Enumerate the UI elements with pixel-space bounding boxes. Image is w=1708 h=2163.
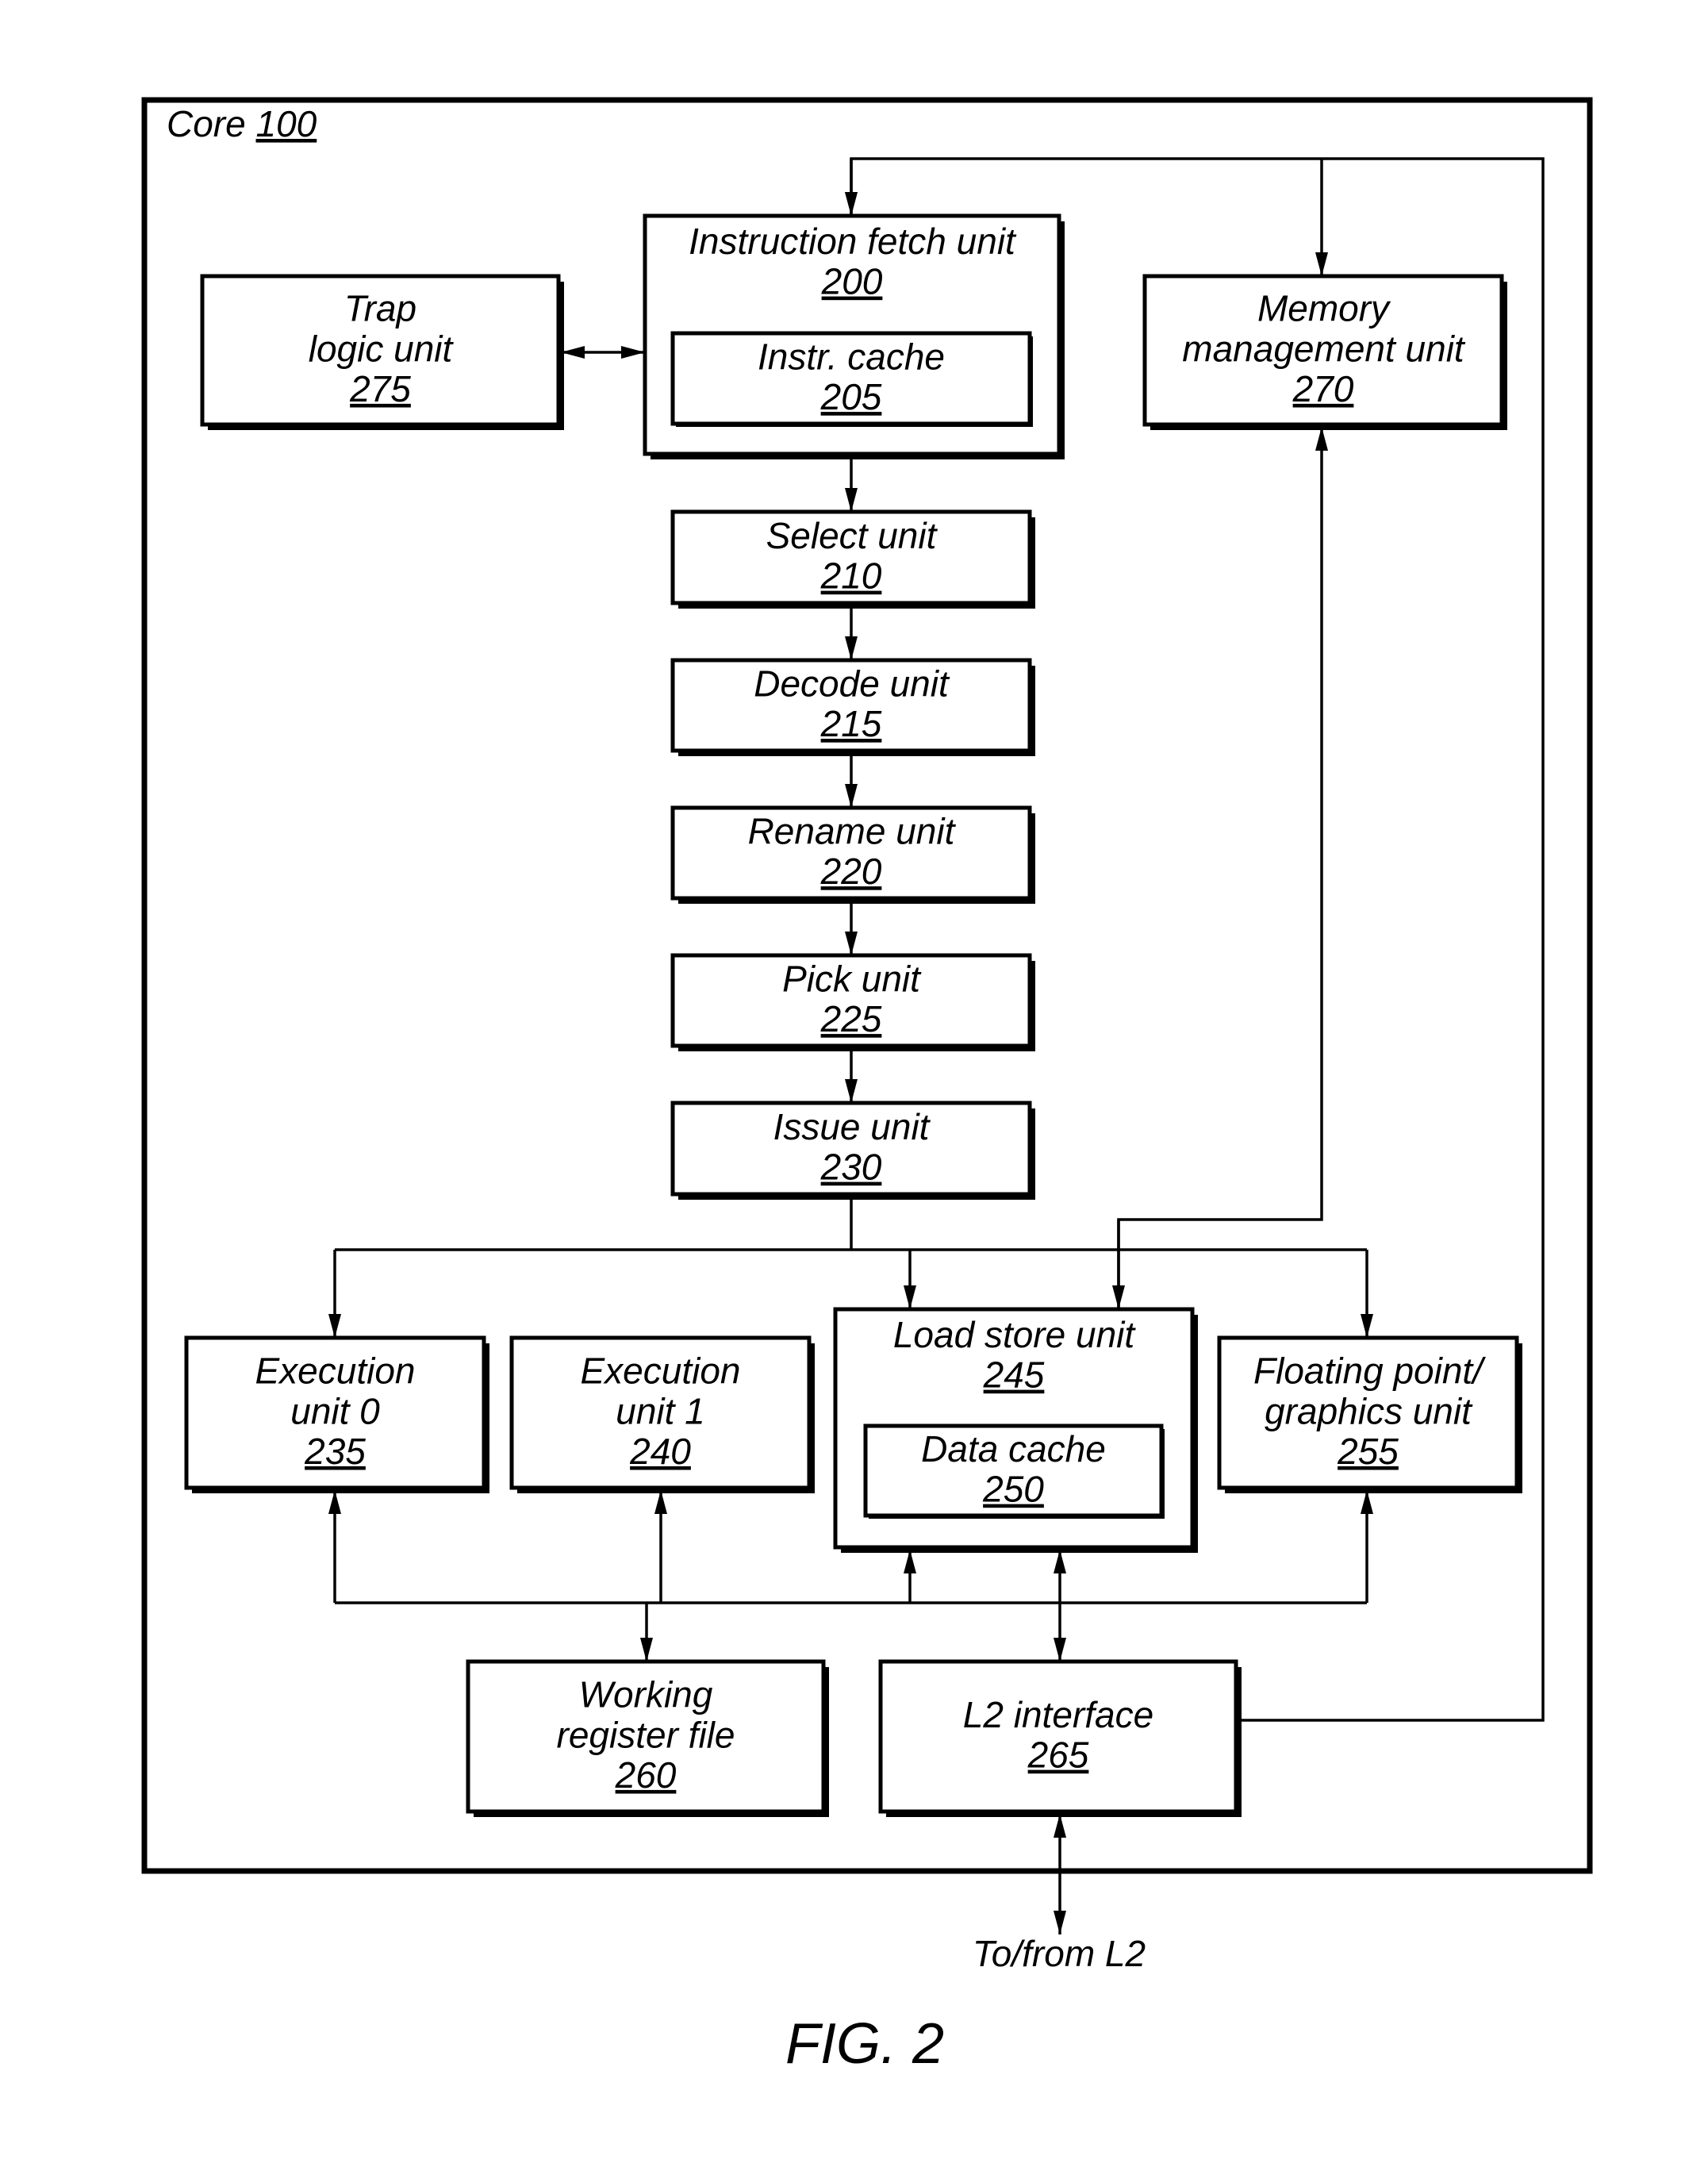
trap-label-line: logic unit <box>309 328 455 369</box>
exec0-unit: Executionunit 0235 <box>184 1335 489 1493</box>
pick-unit: Pick unit225 <box>670 953 1035 1051</box>
select-unit: Select unit210 <box>670 509 1035 609</box>
lsu-ref-number: 245 <box>983 1354 1045 1396</box>
decode-label-line: Decode unit <box>754 663 950 705</box>
mmu-ref-number: 270 <box>1292 368 1354 409</box>
dcache-label-line: Data cache <box>921 1428 1106 1470</box>
rename-label-line: Rename unit <box>748 811 957 852</box>
exec1-unit: Executionunit 1240 <box>509 1335 815 1493</box>
pick-ref-number: 225 <box>820 998 882 1039</box>
rename-unit: Rename unit220 <box>670 805 1035 904</box>
exec0-ref-number: 235 <box>304 1431 366 1472</box>
exec0-label-line: Execution <box>255 1350 415 1392</box>
rename-ref-number: 220 <box>820 851 882 892</box>
dcache-unit: Data cache250 <box>863 1423 1165 1519</box>
exec1-ref-number: 240 <box>629 1431 691 1472</box>
fgu-ref-number: 255 <box>1337 1431 1399 1472</box>
icache-unit: Instr. cache205 <box>670 331 1033 427</box>
issue-ref-number: 230 <box>820 1147 882 1188</box>
select-ref-number: 210 <box>820 555 882 597</box>
exec0-label-line: unit 0 <box>290 1390 380 1431</box>
fgu-unit: Floating point/graphics unit255 <box>1217 1335 1522 1493</box>
decode-ref-number: 215 <box>820 703 882 744</box>
select-label-line: Select unit <box>766 515 938 556</box>
mmu-label-line: management unit <box>1182 328 1466 369</box>
trap-ref-number: 275 <box>349 368 411 409</box>
fgu-label-line: Floating point/ <box>1253 1350 1486 1392</box>
issue-label-line: Issue unit <box>773 1106 931 1147</box>
to-from-l2-label: To/from L2 <box>973 1933 1146 1974</box>
l2if-ref-number: 265 <box>1027 1735 1089 1776</box>
icache-ref-number: 205 <box>820 376 882 417</box>
lsu-to-mmu <box>1117 427 1328 1309</box>
core-label: Core 100 <box>167 103 317 144</box>
dcache-ref-number: 250 <box>982 1469 1044 1510</box>
core-ref: 100 <box>256 103 317 144</box>
exec1-label-line: unit 1 <box>616 1390 705 1431</box>
wrf-unit: Workingregister file260 <box>466 1659 829 1817</box>
ifu-ref-number: 200 <box>821 261 883 302</box>
exec1-label-line: Execution <box>580 1350 740 1392</box>
issue-unit: Issue unit230 <box>670 1101 1035 1200</box>
l2if-label-line: L2 interface <box>963 1694 1153 1735</box>
lsu-label-line: Load store unit <box>893 1314 1137 1355</box>
pick-label-line: Pick unit <box>782 959 922 1000</box>
ifu-label-line: Instruction fetch unit <box>689 221 1017 262</box>
mmu-label-line: Memory <box>1257 288 1391 329</box>
figure-caption: FIG. 2 <box>785 2012 944 2076</box>
decode-unit: Decode unit215 <box>670 658 1035 756</box>
trap-unit: Traplogic unit275 <box>200 274 564 430</box>
mmu-unit: Memorymanagement unit270 <box>1142 274 1507 430</box>
icache-label-line: Instr. cache <box>758 336 945 378</box>
core-block-diagram: Core 100 Instruction fetch unit200 Instr.… <box>141 97 1593 2076</box>
wrf-label-line: register file <box>557 1714 735 1755</box>
wrf-label-line: Working <box>579 1674 713 1715</box>
l2if-unit: L2 interface265 <box>878 1659 1242 1817</box>
fgu-label-line: graphics unit <box>1265 1390 1473 1431</box>
trap-label-line: Trap <box>344 288 416 329</box>
wrf-ref-number: 260 <box>615 1754 677 1796</box>
